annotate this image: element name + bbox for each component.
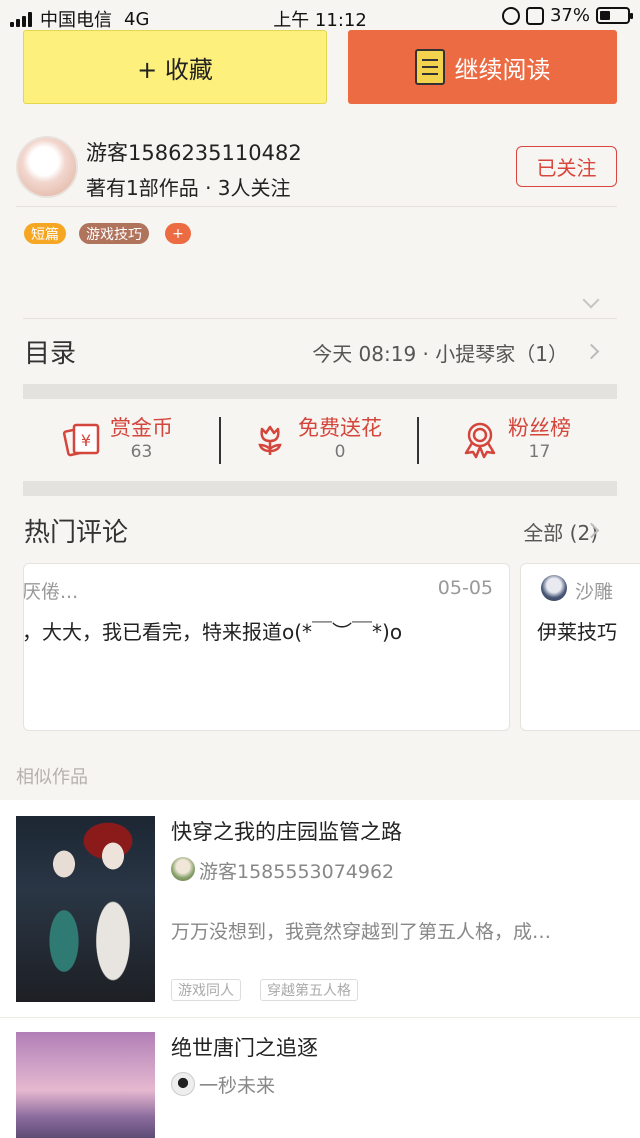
alarm-icon — [525, 6, 544, 25]
flower-icon — [258, 425, 282, 455]
svg-text:¥: ¥ — [81, 431, 91, 450]
comment-card[interactable]: 厌倦... 05-05 ，大大，我已看完，特来报道o(*￣︶￣*)o — [23, 563, 510, 731]
book-description: 万万没想到，我竟然穿越到了第五人格，成… — [171, 921, 552, 943]
book-author[interactable]: 游客1585553074962 — [199, 857, 394, 884]
author-meta: 著有1部作品 · 3人关注 — [86, 176, 291, 200]
stat-free-flowers[interactable]: 免费送花 0 — [250, 413, 382, 465]
battery-icon — [596, 7, 633, 24]
commenter-avatar[interactable] — [541, 575, 567, 601]
comment-card[interactable]: 沙雕 伊莱技巧 — [520, 563, 640, 731]
comment-text: ，大大，我已看完，特来报道o(*￣︶￣*)o — [23, 620, 403, 644]
similar-works-header: 相似作品 — [16, 767, 88, 788]
collect-button[interactable]: + 收藏 — [23, 30, 327, 104]
comment-date: 05-05 — [437, 577, 493, 599]
book-tag[interactable]: 穿越第五人格 — [260, 979, 358, 1001]
stat-label: 免费送花 — [298, 416, 382, 440]
book-cover[interactable] — [16, 1032, 155, 1138]
hot-comments-title: 热门评论 — [24, 518, 129, 548]
section-separator — [23, 481, 617, 496]
book-author[interactable]: 一秒未来 — [199, 1071, 275, 1098]
book-cover[interactable] — [16, 816, 155, 1002]
author-avatar[interactable] — [16, 136, 78, 198]
stat-label: 赏金币 — [110, 416, 173, 440]
stat-value: 17 — [528, 442, 551, 462]
medal-icon — [464, 422, 496, 459]
comment-text: 伊莱技巧 — [537, 620, 617, 644]
expand-chevron-icon[interactable] — [582, 291, 600, 309]
stat-value: 0 — [334, 442, 346, 462]
list-divider — [0, 1017, 640, 1018]
stat-value: 63 — [130, 442, 153, 462]
add-tag-button[interactable]: + — [165, 223, 191, 244]
author-name[interactable]: 游客1586235110482 — [86, 137, 302, 167]
stat-separator — [417, 417, 419, 464]
orientation-lock-icon — [501, 6, 520, 25]
stat-separator — [219, 417, 221, 464]
catalog-chevron-icon[interactable] — [583, 343, 600, 360]
catalog-latest-chapter[interactable]: 今天 08:19 · 小提琴家（1） — [312, 338, 568, 367]
author-divider — [16, 206, 617, 207]
stat-label: 粉丝榜 — [508, 416, 571, 440]
continue-reading-button[interactable]: 继续阅读 — [348, 30, 617, 104]
book-icon — [414, 49, 445, 85]
book-tag[interactable]: 游戏同人 — [171, 979, 241, 1001]
battery-label: 37% — [549, 5, 590, 26]
status-right: 37% — [501, 5, 633, 26]
book-author-avatar — [171, 857, 195, 881]
tag-short[interactable]: 短篇 — [24, 223, 66, 244]
book-title[interactable]: 快穿之我的庄园监管之路 — [171, 816, 402, 846]
comment-user[interactable]: 沙雕 — [575, 577, 613, 604]
book-title[interactable]: 绝世唐门之追逐 — [171, 1032, 318, 1062]
comment-user[interactable]: 厌倦... — [24, 577, 78, 604]
catalog-divider — [23, 318, 617, 319]
followed-button[interactable]: 已关注 — [516, 146, 617, 187]
book-author-avatar — [171, 1072, 195, 1096]
continue-reading-label: 继续阅读 — [454, 55, 551, 84]
section-separator — [23, 384, 617, 399]
status-bar: 中国电信 4G 上午 11:12 37% — [0, 0, 640, 34]
stat-reward-coins[interactable]: ¥ 赏金币 63 — [62, 413, 173, 465]
catalog-title[interactable]: 目录 — [24, 333, 76, 370]
red-packet-icon: ¥ — [62, 423, 100, 457]
battery-fill — [600, 11, 610, 20]
stat-fans-rank[interactable]: 粉丝榜 17 — [460, 413, 571, 465]
tag-game-tips[interactable]: 游戏技巧 — [79, 223, 149, 244]
